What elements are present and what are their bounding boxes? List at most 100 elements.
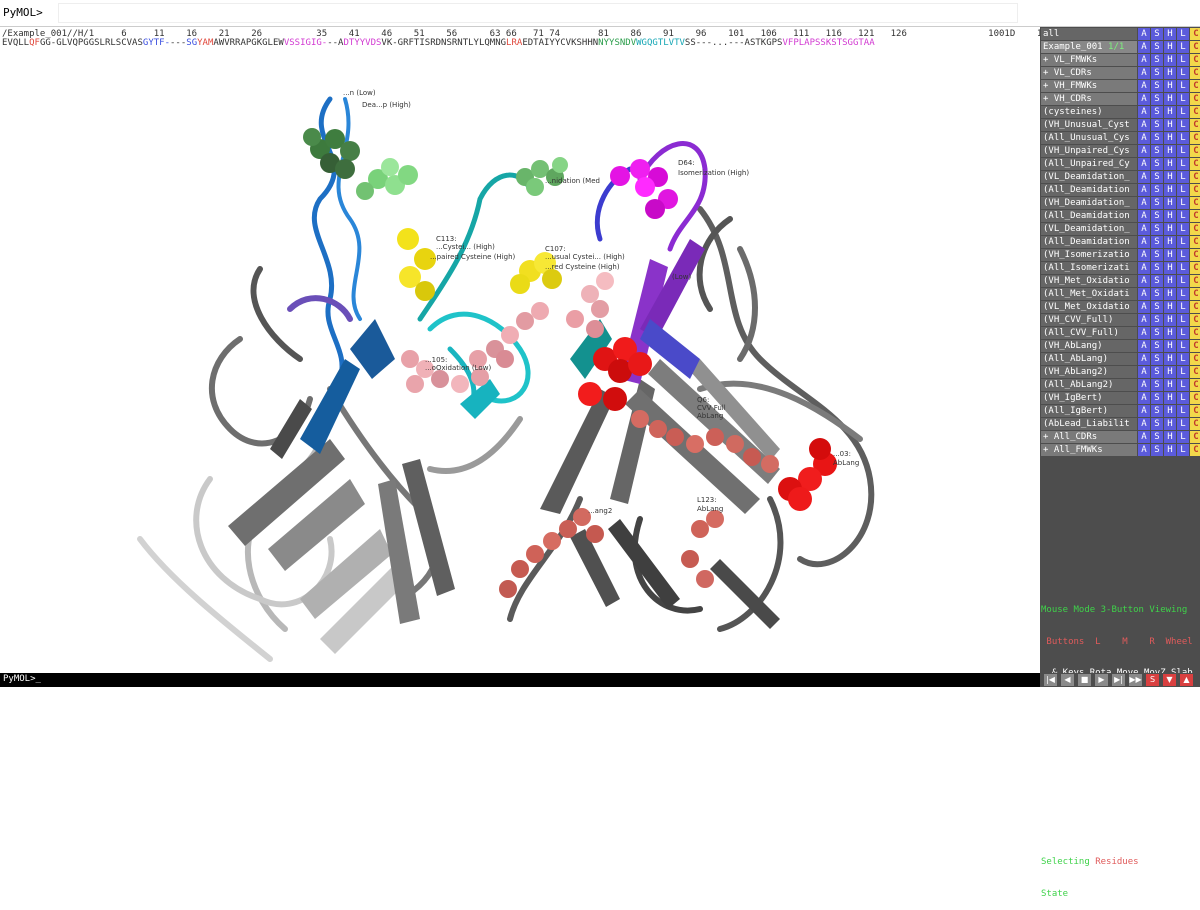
object-c-button[interactable]: C (1190, 197, 1200, 209)
expand-group-icon[interactable]: + (1043, 445, 1054, 455)
object-row[interactable]: (All_Isomerizati A S H L C (1040, 262, 1200, 274)
object-row[interactable]: (All_CVV_Full) A S H L C (1040, 327, 1200, 339)
object-name[interactable]: + VL_CDRs (1041, 67, 1137, 79)
object-c-button[interactable]: C (1190, 67, 1200, 79)
object-l-button[interactable]: L (1177, 132, 1189, 144)
bottom-command-bar[interactable]: PyMOL>_ (0, 673, 1040, 687)
object-a-button[interactable]: A (1138, 106, 1150, 118)
object-a-button[interactable]: A (1138, 353, 1150, 365)
object-a-button[interactable]: A (1138, 28, 1150, 40)
object-c-button[interactable]: C (1190, 314, 1200, 326)
object-s-button[interactable]: S (1151, 28, 1163, 40)
object-s-button[interactable]: S (1151, 275, 1163, 287)
object-a-button[interactable]: A (1138, 327, 1150, 339)
object-row[interactable]: + VH_FMWKs A S H L C (1040, 80, 1200, 92)
object-c-button[interactable]: C (1190, 431, 1200, 443)
object-row[interactable]: (All_Deamidation A S H L C (1040, 184, 1200, 196)
object-row[interactable]: (All_Unusual_Cys A S H L C (1040, 132, 1200, 144)
object-l-button[interactable]: L (1177, 210, 1189, 222)
object-row[interactable]: (VL_Deamidation_ A S H L C (1040, 171, 1200, 183)
object-h-button[interactable]: H (1164, 145, 1176, 157)
object-a-button[interactable]: A (1138, 223, 1150, 235)
object-c-button[interactable]: C (1190, 340, 1200, 352)
object-h-button[interactable]: H (1164, 314, 1176, 326)
object-row[interactable]: (All_Unpaired_Cy A S H L C (1040, 158, 1200, 170)
object-a-button[interactable]: A (1138, 405, 1150, 417)
object-h-button[interactable]: H (1164, 54, 1176, 66)
object-s-button[interactable]: S (1151, 366, 1163, 378)
object-l-button[interactable]: L (1177, 80, 1189, 92)
object-l-button[interactable]: L (1177, 236, 1189, 248)
object-row[interactable]: Example_001 1/1 A S H L C (1040, 41, 1200, 53)
object-name[interactable]: + All_CDRs (1041, 431, 1137, 443)
object-c-button[interactable]: C (1190, 210, 1200, 222)
object-s-button[interactable]: S (1151, 405, 1163, 417)
object-row[interactable]: + VL_FMWKs A S H L C (1040, 54, 1200, 66)
movie-control-button[interactable]: ■ (1078, 674, 1091, 686)
object-name[interactable]: all (1041, 28, 1137, 40)
mouse-mode-panel[interactable]: Mouse Mode 3-Button Viewing Buttons L M … (1041, 584, 1200, 910)
object-row[interactable]: (All_Deamidation A S H L C (1040, 210, 1200, 222)
object-a-button[interactable]: A (1138, 197, 1150, 209)
expand-group-icon[interactable]: + (1043, 81, 1054, 91)
selecting-value[interactable]: Residues (1095, 857, 1138, 867)
object-s-button[interactable]: S (1151, 379, 1163, 391)
object-s-button[interactable]: S (1151, 197, 1163, 209)
expand-group-icon[interactable]: + (1043, 55, 1054, 65)
object-h-button[interactable]: H (1164, 197, 1176, 209)
object-name[interactable]: (All_CVV_Full) (1041, 327, 1137, 339)
object-l-button[interactable]: L (1177, 119, 1189, 131)
object-l-button[interactable]: L (1177, 158, 1189, 170)
expand-group-icon[interactable]: + (1043, 432, 1054, 442)
object-l-button[interactable]: L (1177, 275, 1189, 287)
object-l-button[interactable]: L (1177, 171, 1189, 183)
object-a-button[interactable]: A (1138, 184, 1150, 196)
object-l-button[interactable]: L (1177, 249, 1189, 261)
object-row[interactable]: all A S H L C (1040, 28, 1200, 40)
object-a-button[interactable]: A (1138, 275, 1150, 287)
object-s-button[interactable]: S (1151, 392, 1163, 404)
object-s-button[interactable]: S (1151, 184, 1163, 196)
object-name[interactable]: + VH_CDRs (1041, 93, 1137, 105)
object-c-button[interactable]: C (1190, 132, 1200, 144)
movie-control-button[interactable]: |◀ (1044, 674, 1057, 686)
object-name[interactable]: + VH_FMWKs (1041, 80, 1137, 92)
object-c-button[interactable]: C (1190, 184, 1200, 196)
object-a-button[interactable]: A (1138, 314, 1150, 326)
object-h-button[interactable]: H (1164, 366, 1176, 378)
object-c-button[interactable]: C (1190, 171, 1200, 183)
object-h-button[interactable]: H (1164, 379, 1176, 391)
object-row[interactable]: (VH_AbLang) A S H L C (1040, 340, 1200, 352)
object-l-button[interactable]: L (1177, 223, 1189, 235)
object-s-button[interactable]: S (1151, 132, 1163, 144)
object-row[interactable]: (All_AbLang) A S H L C (1040, 353, 1200, 365)
object-h-button[interactable]: H (1164, 405, 1176, 417)
object-h-button[interactable]: H (1164, 418, 1176, 430)
sequence-residues[interactable]: EVQLLQFGG-GLVQPGGSLRLSCVASGYTF----SGYAMA… (2, 38, 875, 48)
object-s-button[interactable]: S (1151, 353, 1163, 365)
object-h-button[interactable]: H (1164, 41, 1176, 53)
object-c-button[interactable]: C (1190, 249, 1200, 261)
object-h-button[interactable]: H (1164, 223, 1176, 235)
object-l-button[interactable]: L (1177, 67, 1189, 79)
object-name[interactable]: (VH_Isomerizatio (1041, 249, 1137, 261)
object-s-button[interactable]: S (1151, 444, 1163, 456)
object-h-button[interactable]: H (1164, 132, 1176, 144)
object-h-button[interactable]: H (1164, 288, 1176, 300)
object-a-button[interactable]: A (1138, 262, 1150, 274)
object-c-button[interactable]: C (1190, 275, 1200, 287)
object-c-button[interactable]: C (1190, 288, 1200, 300)
object-c-button[interactable]: C (1190, 158, 1200, 170)
object-s-button[interactable]: S (1151, 340, 1163, 352)
object-name[interactable]: (All_Met_Oxidati (1041, 288, 1137, 300)
object-c-button[interactable]: C (1190, 54, 1200, 66)
object-h-button[interactable]: H (1164, 67, 1176, 79)
object-name[interactable]: (VH_Deamidation_ (1041, 197, 1137, 209)
object-row[interactable]: + All_CDRs A S H L C (1040, 431, 1200, 443)
object-l-button[interactable]: L (1177, 54, 1189, 66)
object-a-button[interactable]: A (1138, 210, 1150, 222)
object-row[interactable]: (All_Met_Oxidati A S H L C (1040, 288, 1200, 300)
movie-control-button[interactable]: ▲ (1180, 674, 1193, 686)
object-name[interactable]: (VH_Unusual_Cyst (1041, 119, 1137, 131)
object-l-button[interactable]: L (1177, 145, 1189, 157)
